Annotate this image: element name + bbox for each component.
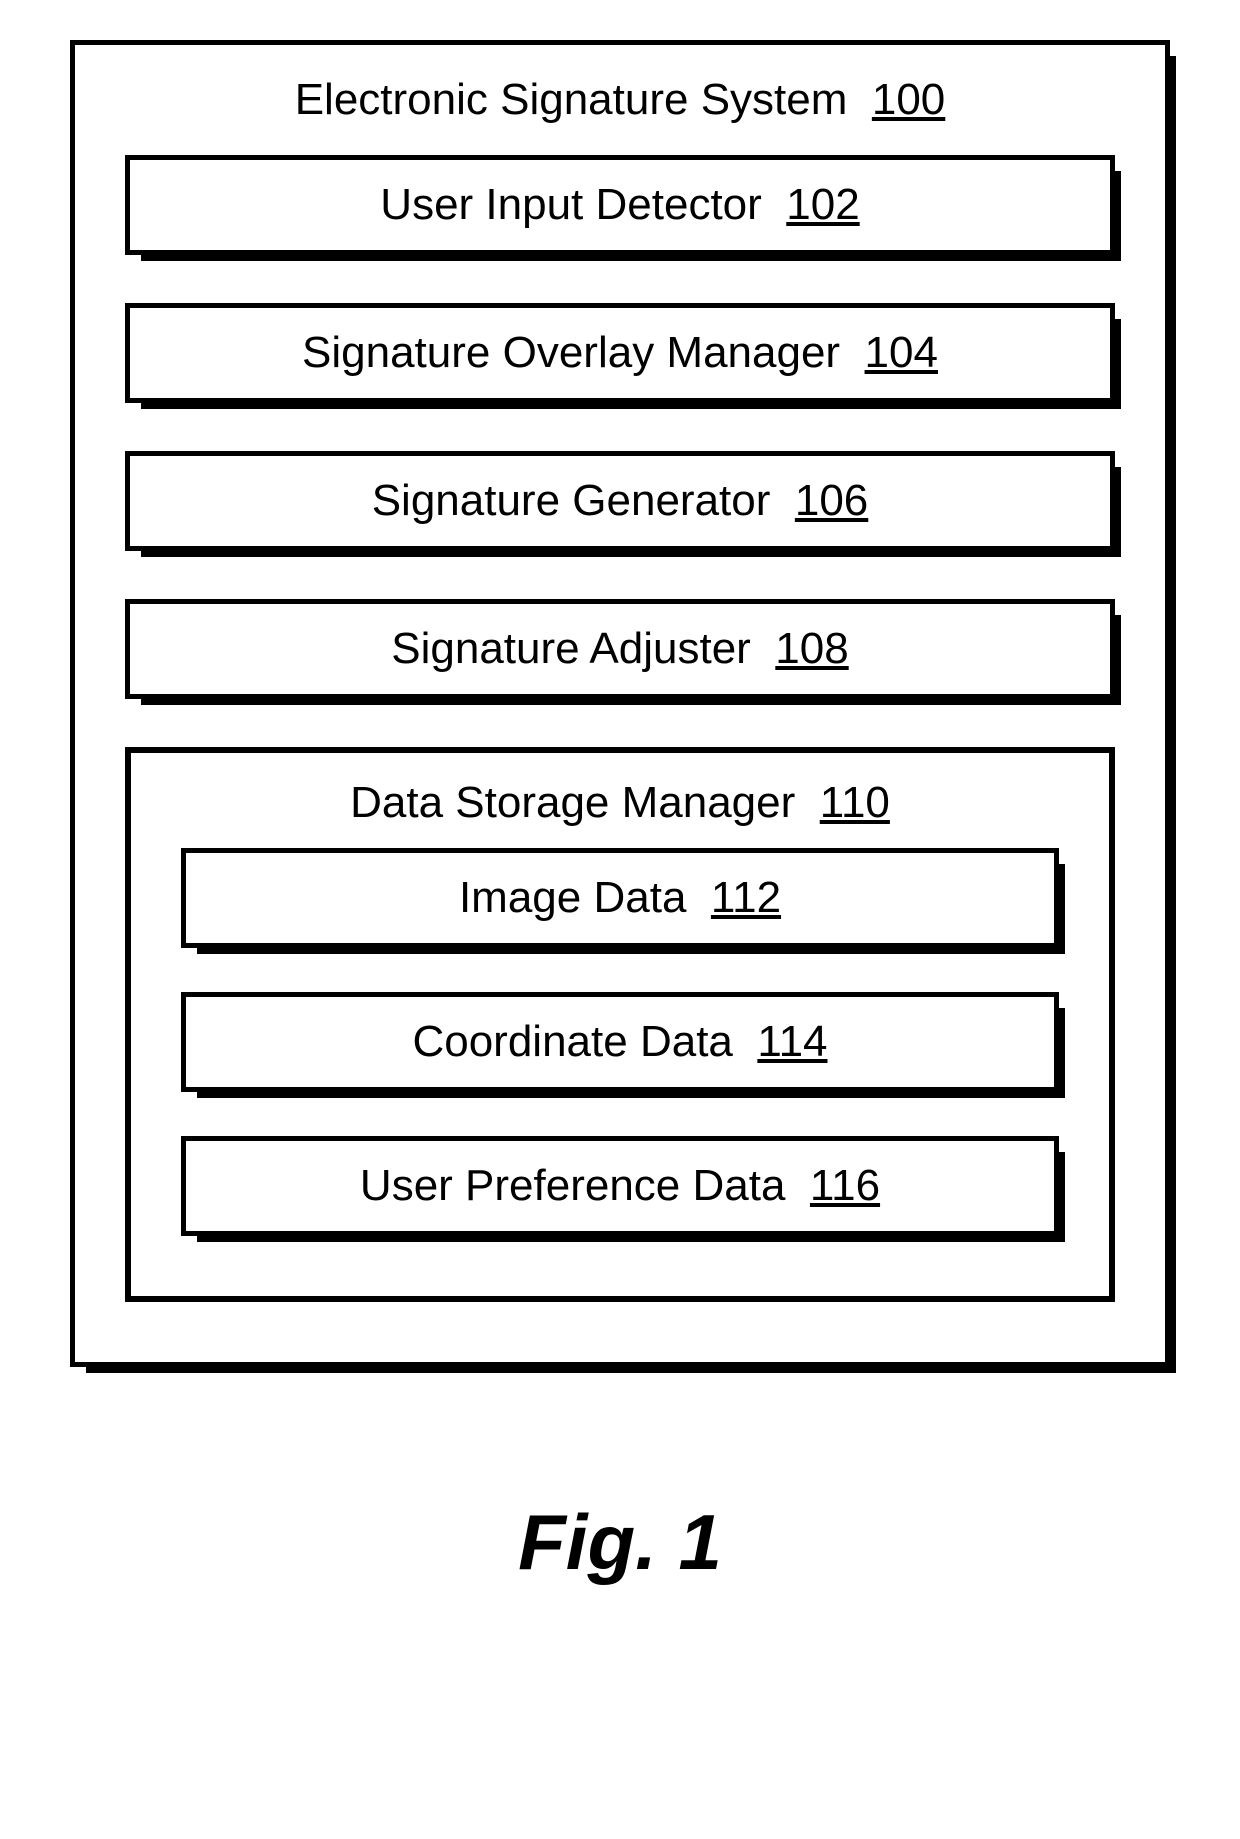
storage-item-coordinate-data: Coordinate Data 114 xyxy=(181,992,1059,1092)
storage-item-ref: 116 xyxy=(810,1161,880,1210)
figure-caption: Fig. 1 xyxy=(70,1497,1170,1588)
storage-item-preference-data: User Preference Data 116 xyxy=(181,1136,1059,1236)
module-text: User Input Detector xyxy=(380,180,762,229)
module-ref: 102 xyxy=(786,180,859,229)
module-label: User Input Detector 102 xyxy=(140,180,1100,230)
storage-title-text: Data Storage Manager xyxy=(350,778,795,827)
module-ref: 106 xyxy=(795,476,868,525)
module-storage-manager: Data Storage Manager 110 Image Data 112 … xyxy=(125,747,1115,1302)
storage-item-label: Image Data 112 xyxy=(196,873,1044,923)
storage-item-label: Coordinate Data 114 xyxy=(196,1017,1044,1067)
system-title-text: Electronic Signature System xyxy=(295,75,848,124)
module-label: Signature Overlay Manager 104 xyxy=(140,328,1100,378)
diagram-wrap: Electronic Signature System 100 User Inp… xyxy=(70,40,1170,1588)
module-label: Signature Adjuster 108 xyxy=(140,624,1100,674)
module-text: Signature Overlay Manager xyxy=(302,328,840,377)
system-title: Electronic Signature System 100 xyxy=(125,75,1115,125)
system-title-ref: 100 xyxy=(872,75,945,124)
module-text: Signature Adjuster xyxy=(391,624,751,673)
module-text: Signature Generator xyxy=(372,476,771,525)
storage-item-label: User Preference Data 116 xyxy=(196,1161,1044,1211)
module-user-input-detector: User Input Detector 102 xyxy=(125,155,1115,255)
module-label: Signature Generator 106 xyxy=(140,476,1100,526)
storage-title-ref: 110 xyxy=(820,778,890,827)
page: Electronic Signature System 100 User Inp… xyxy=(0,0,1240,1839)
storage-title: Data Storage Manager 110 xyxy=(181,778,1059,828)
storage-item-text: Image Data xyxy=(459,873,686,922)
storage-item-image-data: Image Data 112 xyxy=(181,848,1059,948)
storage-item-ref: 114 xyxy=(757,1017,827,1066)
module-generator: Signature Generator 106 xyxy=(125,451,1115,551)
storage-item-text: Coordinate Data xyxy=(412,1017,732,1066)
storage-item-text: User Preference Data xyxy=(360,1161,786,1210)
module-adjuster: Signature Adjuster 108 xyxy=(125,599,1115,699)
storage-item-ref: 112 xyxy=(711,873,781,922)
module-ref: 108 xyxy=(775,624,848,673)
system-box: Electronic Signature System 100 User Inp… xyxy=(70,40,1170,1367)
module-overlay-manager: Signature Overlay Manager 104 xyxy=(125,303,1115,403)
module-ref: 104 xyxy=(865,328,938,377)
